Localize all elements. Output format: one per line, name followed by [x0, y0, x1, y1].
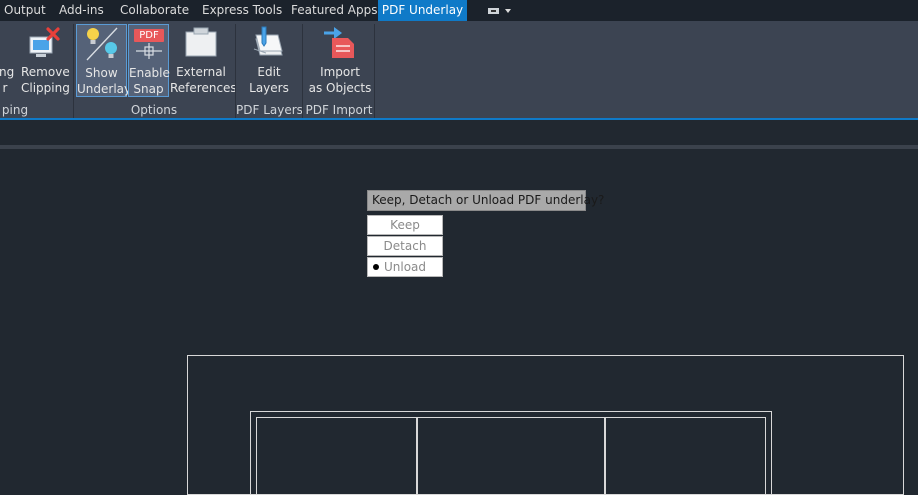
- ribbon-panel: ing r Remove Clipping ping Show Underlay: [0, 21, 918, 118]
- tab-pdf-underlay[interactable]: PDF Underlay: [378, 0, 467, 21]
- option-unload[interactable]: Unload: [367, 257, 443, 277]
- chevron-down-icon: [505, 9, 511, 13]
- ribbon-separator: [302, 24, 303, 118]
- remove-clipping-button[interactable]: Remove Clipping: [21, 21, 70, 97]
- tab-express-tools[interactable]: Express Tools: [202, 0, 282, 21]
- edit-layers-label-line2: Layers: [249, 81, 289, 95]
- remove-clipping-label-line1: Remove: [21, 65, 70, 79]
- tab-output[interactable]: Output: [4, 0, 46, 21]
- tab-add-ins[interactable]: Add-ins: [59, 0, 104, 21]
- external-references-icon: [185, 27, 217, 57]
- enable-snap-label-line1: Enable: [129, 66, 170, 80]
- enable-snap-button[interactable]: PDF Enable Snap: [128, 24, 170, 97]
- panel-toggle-icon: [488, 8, 499, 14]
- options-group-label: Options: [130, 103, 178, 117]
- show-underlay-button[interactable]: Show Underlay: [76, 24, 132, 97]
- option-keep[interactable]: Keep: [367, 215, 443, 235]
- edit-layers-button[interactable]: Edit Layers: [240, 21, 298, 97]
- selected-bullet-icon: [373, 264, 379, 270]
- show-underlay-icon: [86, 27, 118, 61]
- tab-featured-apps[interactable]: Featured Apps: [291, 0, 377, 21]
- import-label-line1: Import: [320, 65, 360, 79]
- external-references-label-line1: External: [176, 65, 226, 79]
- option-detach-label: Detach: [383, 239, 427, 253]
- remove-clipping-icon: [29, 27, 60, 57]
- import-pdf-icon: [324, 27, 354, 58]
- import-as-objects-button[interactable]: Import as Objects: [306, 21, 374, 97]
- option-unload-label: Unload: [383, 260, 427, 274]
- ribbon-tab-bar: Output Add-ins Collaborate Express Tools…: [0, 0, 918, 21]
- edit-layers-icon: [253, 26, 283, 56]
- pdf-layers-group-label: PDF Layers: [236, 103, 303, 117]
- pdf-import-group-label: PDF Import: [305, 103, 373, 117]
- pdf-snap-badge: PDF: [134, 29, 164, 42]
- drawing-cell-1: [256, 417, 417, 495]
- command-prompt-tooltip: Keep, Detach or Unload PDF underlay?: [367, 190, 604, 211]
- ribbon-separator: [374, 24, 375, 118]
- prompt-options-menu: Keep Detach Unload: [367, 215, 443, 278]
- clip-button-label-line1: ing: [0, 65, 15, 79]
- external-references-label-line2: References: [170, 81, 237, 95]
- tab-collaborate[interactable]: Collaborate: [120, 0, 189, 21]
- show-underlay-label-line2: Underlay: [77, 82, 132, 96]
- option-keep-label: Keep: [390, 218, 420, 232]
- file-tabs-strip: [0, 120, 918, 145]
- clipping-group-label: ping: [1, 103, 29, 117]
- enable-snap-label-line2: Snap: [133, 82, 164, 96]
- clip-button-partial[interactable]: ing r: [0, 21, 20, 97]
- edit-layers-label-line1: Edit: [257, 65, 281, 79]
- show-underlay-label-line1: Show: [85, 66, 118, 80]
- clip-button-label-line2: r: [2, 81, 8, 95]
- drawing-cell-2: [417, 417, 605, 495]
- import-label-line2: as Objects: [308, 81, 372, 95]
- remove-clipping-label-line2: Clipping: [21, 81, 70, 95]
- drawing-cell-3: [605, 417, 766, 495]
- option-detach[interactable]: Detach: [367, 236, 443, 256]
- snap-icon: [136, 43, 162, 59]
- ribbon-display-dropdown[interactable]: [486, 4, 516, 17]
- external-references-button[interactable]: External References: [170, 21, 237, 97]
